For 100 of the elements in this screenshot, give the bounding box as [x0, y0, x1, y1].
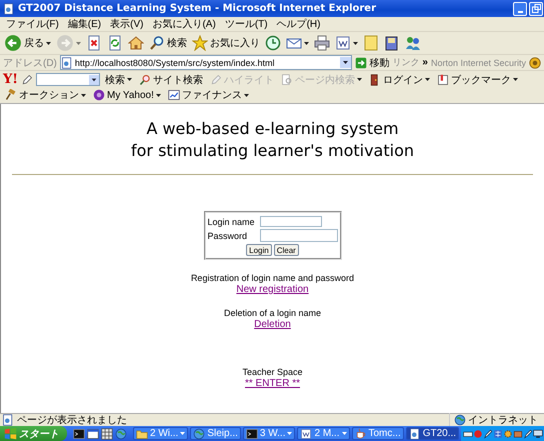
note-icon: [363, 35, 379, 51]
toolbar-button[interactable]: ファイナンス: [166, 88, 251, 102]
toolbar-button[interactable]: [264, 35, 282, 51]
restore-icon: [532, 4, 540, 13]
caret-icon[interactable]: [304, 42, 309, 44]
round-emblem-icon: [93, 89, 105, 101]
toolbar-button[interactable]: [313, 35, 331, 51]
go-arrow-icon: [355, 56, 368, 68]
menu-item[interactable]: 編集(E): [68, 17, 102, 31]
caret-icon[interactable]: [244, 94, 249, 96]
search-icon: [139, 74, 151, 86]
taskbar-button[interactable]: 2 M...: [297, 427, 350, 440]
link[interactable]: New registration: [236, 284, 309, 295]
ball-icon: [473, 428, 484, 438]
caret-icon[interactable]: [425, 78, 430, 81]
toolbar-button[interactable]: ブックマーク: [435, 72, 520, 86]
page-heading: A web-based e-learning system for stimulating learner's motivation: [130, 118, 414, 162]
section-caption: Registration of login name and password: [190, 273, 354, 284]
chart-icon: [168, 89, 180, 101]
monitor-icon: [533, 428, 544, 438]
section-caption: Deletion of a login name: [224, 308, 322, 319]
dropdown-icon[interactable]: [89, 74, 99, 84]
printer-icon: [314, 35, 330, 51]
minimize-icon: [518, 10, 522, 12]
menu-item[interactable]: ヘルプ(H): [276, 17, 320, 31]
page-icon: [408, 428, 421, 440]
form-button[interactable]: Login: [246, 244, 272, 256]
address-label: アドレス(D): [3, 56, 57, 70]
link[interactable]: ** ENTER **: [244, 378, 300, 389]
stop-icon: [86, 35, 102, 51]
zone-label: イントラネット: [468, 414, 538, 427]
taskbar-button[interactable]: Tomc...: [352, 427, 404, 440]
field-label: Login name: [208, 216, 256, 226]
form-button[interactable]: Clear: [274, 244, 299, 256]
toolbar-button[interactable]: お気に入り: [191, 35, 261, 51]
toolbar-button[interactable]: ログイン: [367, 72, 432, 86]
go-button[interactable]: 移動: [355, 56, 390, 70]
logo[interactable]: Y!: [3, 72, 18, 87]
hammer-icon: [5, 89, 17, 101]
menu-item[interactable]: 表示(V): [110, 17, 144, 31]
more-chevron[interactable]: »: [422, 57, 428, 68]
caret-icon[interactable]: [46, 42, 51, 44]
search-icon: [149, 35, 165, 51]
pencil-icon: [210, 74, 222, 86]
globe-icon: [193, 428, 206, 440]
menu-item[interactable]: ツール(T): [224, 17, 268, 31]
house-icon: [128, 35, 144, 51]
caret-icon[interactable]: [127, 78, 132, 81]
field-label: Password: [208, 230, 248, 240]
status-text: ページが表示されました: [17, 414, 127, 427]
address-field[interactable]: http://localhost8080/System/src/system/index.html: [60, 55, 352, 70]
window-title: GT2007 Distance Learning System - Microsoft Internet Explorer: [18, 3, 376, 14]
toolbar-button[interactable]: 戻る: [3, 34, 52, 52]
round-emblem-icon: [529, 56, 541, 68]
toolbar-button[interactable]: [334, 35, 359, 51]
globe-icon: [454, 414, 466, 426]
search-field[interactable]: [36, 73, 100, 86]
page-icon: [60, 56, 73, 68]
toolbar-button[interactable]: 検索: [103, 72, 134, 86]
grid-icon: [101, 428, 113, 440]
box-icon: [513, 428, 524, 438]
refresh-icon: [107, 35, 123, 51]
taskbar-button[interactable]: 3 W...: [242, 427, 296, 440]
menu-item[interactable]: お気に入り(A): [152, 17, 216, 31]
window-icon: [87, 428, 99, 440]
windows-flag-icon: [4, 427, 17, 440]
star-icon: [192, 35, 208, 51]
folder-icon: [136, 428, 148, 440]
terminal-icon: [73, 428, 85, 440]
caret-icon[interactable]: [81, 94, 86, 96]
taskbar-button[interactable]: Sleip...: [190, 427, 241, 440]
taskbar-button[interactable]: 2 Wi...: [133, 427, 188, 440]
section-caption: Teacher Space: [242, 367, 303, 378]
minimize-button[interactable]: [513, 2, 527, 16]
input-field[interactable]: [260, 216, 322, 227]
brush-icon: [493, 428, 504, 438]
caret-icon[interactable]: [353, 42, 358, 44]
taskbar-button[interactable]: GT20...: [406, 427, 460, 440]
menu-item[interactable]: ファイル(F): [6, 17, 59, 31]
start-button[interactable]: スタート: [0, 426, 67, 441]
dropdown-icon[interactable]: [340, 57, 352, 68]
restore-button[interactable]: [529, 2, 543, 16]
link[interactable]: Deletion: [254, 319, 291, 330]
pencil-icon: [21, 74, 33, 86]
toolbar-button[interactable]: サイト検索: [137, 72, 205, 86]
document-icon: [335, 35, 351, 51]
book-icon: [384, 35, 400, 51]
terminal-icon: [246, 428, 258, 440]
toolbar-button[interactable]: オークション: [3, 88, 88, 102]
input-field[interactable]: [260, 229, 338, 242]
book-icon: [437, 74, 449, 86]
caret-icon[interactable]: [156, 94, 161, 96]
cup-icon: [354, 428, 366, 440]
toolbar-button[interactable]: My Yahoo!: [91, 89, 163, 101]
pen-icon: [523, 428, 534, 438]
clock-icon: [265, 35, 281, 51]
document-icon: [300, 428, 312, 440]
pen-icon: [483, 428, 494, 438]
toolbar-button[interactable]: 検索: [148, 35, 188, 51]
caret-icon[interactable]: [513, 78, 518, 81]
